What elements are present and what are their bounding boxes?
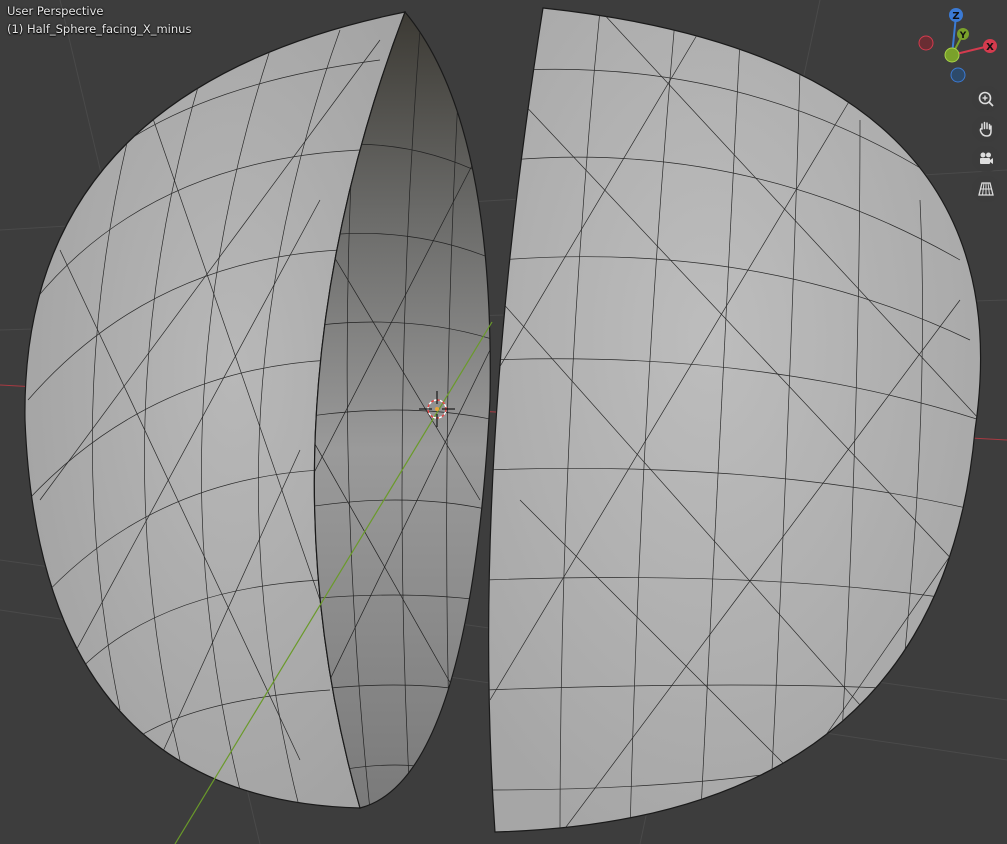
gizmo-neg-z-icon[interactable] (950, 67, 966, 83)
right-half-sphere[interactable] (480, 7, 990, 840)
gizmo-center-icon[interactable] (944, 47, 960, 63)
hand-pan-icon (979, 121, 992, 137)
grid-perspective-icon (978, 182, 994, 196)
zoom-icon (978, 91, 994, 107)
pan-button[interactable] (972, 116, 1000, 142)
gizmo-y-label: Y (959, 31, 967, 41)
3d-viewport[interactable] (0, 0, 1007, 844)
gizmo-x-label: X (986, 42, 994, 53)
navigation-gizmo[interactable]: Z Y X (912, 4, 1007, 86)
camera-icon (980, 152, 993, 164)
gizmo-neg-x-icon[interactable] (918, 35, 934, 51)
zoom-button[interactable] (972, 86, 1000, 112)
active-object-label: (1) Half_Sphere_facing_X_minus (7, 22, 192, 36)
gizmo-z-label: Z (952, 11, 959, 22)
perspective-toggle-button[interactable] (972, 176, 1000, 202)
camera-view-button[interactable] (972, 146, 1000, 172)
view-name-label: User Perspective (7, 4, 104, 18)
